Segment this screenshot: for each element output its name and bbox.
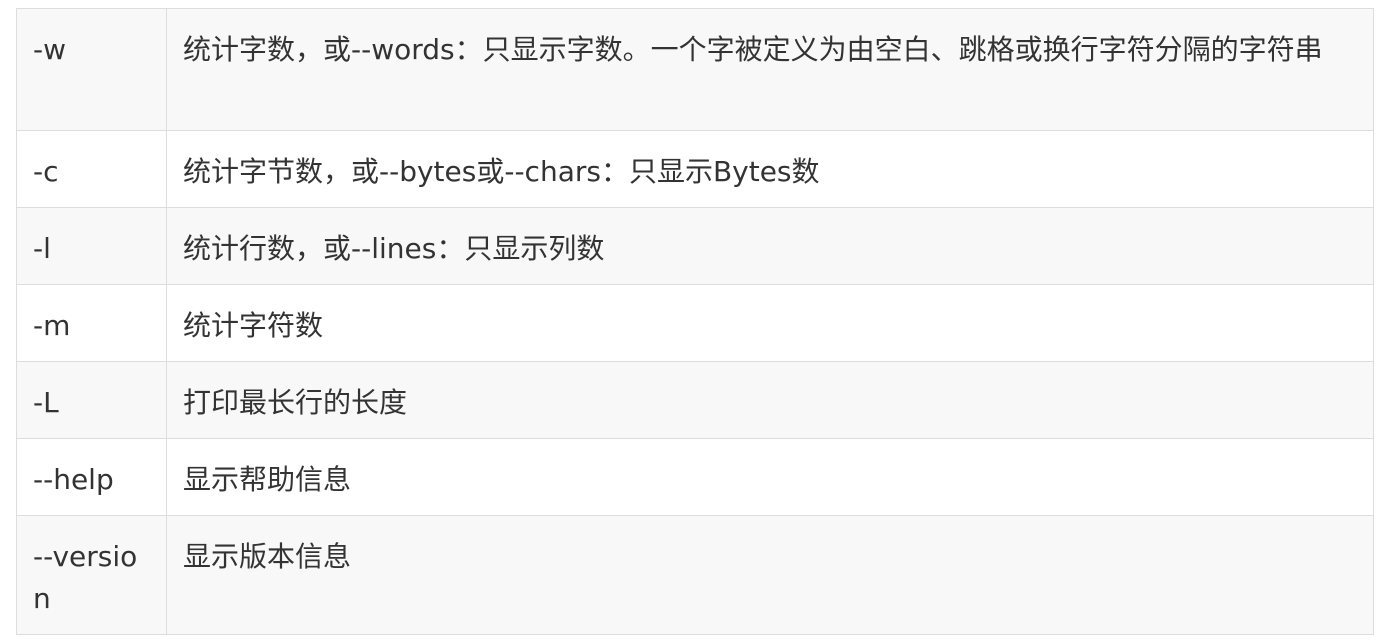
description-cell: 统计行数，或--lines：只显示列数 <box>166 207 1374 285</box>
table-row: -m 统计字符数 <box>16 284 1374 362</box>
table-row: -c 统计字节数，或--bytes或--chars：只显示Bytes数 <box>16 130 1374 208</box>
option-cell: -L <box>16 361 167 439</box>
options-table-body: -w 统计字数，或--words：只显示字数。一个字被定义为由空白、跳格或换行字… <box>16 8 1374 635</box>
option-cell: -c <box>16 130 167 208</box>
table-row: -l 统计行数，或--lines：只显示列数 <box>16 207 1374 285</box>
table-row: -w 统计字数，或--words：只显示字数。一个字被定义为由空白、跳格或换行字… <box>16 8 1374 131</box>
options-table: -w 统计字数，或--words：只显示字数。一个字被定义为由空白、跳格或换行字… <box>16 8 1374 635</box>
options-table-container: -w 统计字数，或--words：只显示字数。一个字被定义为由空白、跳格或换行字… <box>16 8 1374 635</box>
option-cell: --version <box>16 515 167 635</box>
option-cell: --help <box>16 438 167 516</box>
description-cell: 统计字数，或--words：只显示字数。一个字被定义为由空白、跳格或换行字符分隔… <box>166 8 1374 131</box>
option-cell: -l <box>16 207 167 285</box>
description-cell: 显示版本信息 <box>166 515 1374 635</box>
description-cell: 打印最长行的长度 <box>166 361 1374 439</box>
description-cell: 统计字符数 <box>166 284 1374 362</box>
description-cell: 显示帮助信息 <box>166 438 1374 516</box>
table-row: -L 打印最长行的长度 <box>16 361 1374 439</box>
table-row: --version 显示版本信息 <box>16 515 1374 635</box>
description-cell: 统计字节数，或--bytes或--chars：只显示Bytes数 <box>166 130 1374 208</box>
table-row: --help 显示帮助信息 <box>16 438 1374 516</box>
option-cell: -m <box>16 284 167 362</box>
option-cell: -w <box>16 8 167 131</box>
